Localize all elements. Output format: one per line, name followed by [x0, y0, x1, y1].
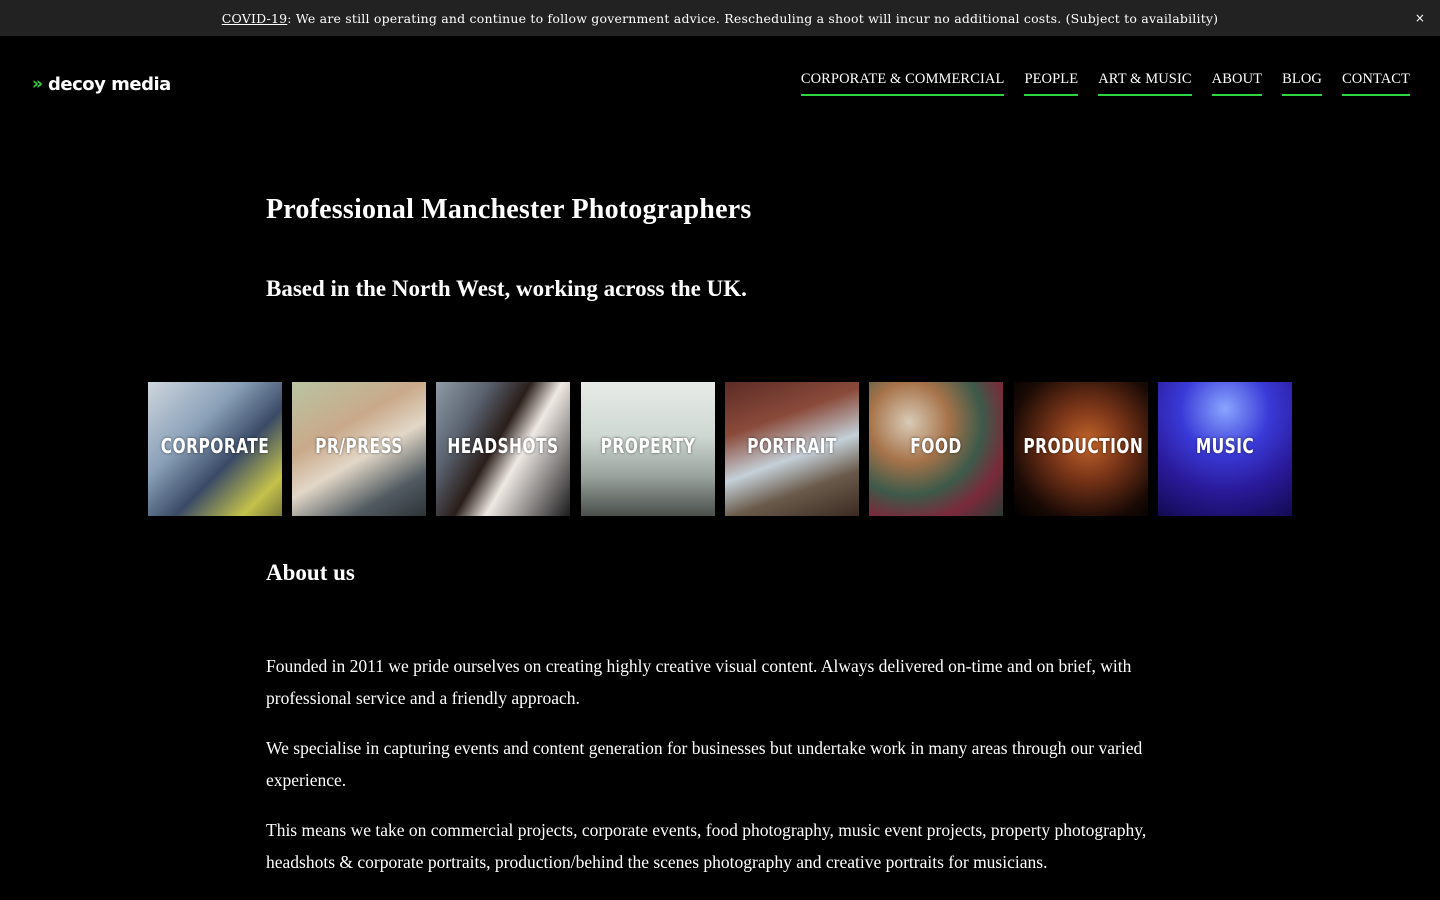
nav-about[interactable]: ABOUT: [1211, 70, 1263, 96]
close-icon[interactable]: ×: [1412, 10, 1428, 26]
nav-corporate-commercial[interactable]: CORPORATE & COMMERCIAL: [800, 70, 1005, 96]
covid-link[interactable]: COVID-19: [222, 11, 288, 26]
logo-chevron-icon: »: [32, 74, 43, 94]
tile-label: PROPERTY: [600, 434, 696, 458]
nav-art-music[interactable]: ART & MUSIC: [1098, 70, 1192, 96]
nav-contact[interactable]: CONTACT: [1341, 70, 1410, 96]
announcement-text: : We are still operating and continue to…: [287, 10, 1219, 26]
page-subtitle: Based in the North West, working across …: [266, 276, 747, 301]
nav-blog[interactable]: BLOG: [1282, 70, 1322, 96]
logo-text: decoy media: [47, 73, 171, 95]
about-paragraph: We specialise in capturing events and co…: [266, 738, 1143, 790]
main-nav: CORPORATE & COMMERCIAL PEOPLE ART & MUSI…: [800, 70, 1410, 96]
tile-music[interactable]: MUSIC: [1158, 382, 1292, 516]
about-heading: About us: [266, 560, 355, 585]
announcement-bar: COVID-19: We are still operating and con…: [0, 0, 1440, 36]
tile-label: PRODUCTION: [1023, 434, 1144, 458]
tile-headshots[interactable]: HEADSHOTS: [436, 382, 570, 516]
category-tiles: CORPORATE PR/PRESS HEADSHOTS PROPERTY PO…: [148, 382, 1292, 516]
tile-label: FOOD: [910, 434, 962, 458]
tile-label: CORPORATE: [160, 434, 270, 458]
tile-corporate[interactable]: CORPORATE: [148, 382, 282, 516]
page-title: Professional Manchester Photographers: [266, 194, 752, 225]
tile-label: MUSIC: [1195, 434, 1255, 458]
tile-label: PORTRAIT: [747, 434, 837, 458]
nav-people[interactable]: PEOPLE: [1024, 70, 1079, 96]
tile-portrait[interactable]: PORTRAIT: [725, 382, 859, 516]
announcement-text-wrap: COVID-19: We are still operating and con…: [222, 11, 1219, 26]
tile-label: PR/PRESS: [315, 434, 403, 458]
tile-production[interactable]: PRODUCTION: [1014, 382, 1148, 516]
tile-pr-press[interactable]: PR/PRESS: [292, 382, 426, 516]
tile-label: HEADSHOTS: [447, 434, 559, 458]
about-paragraph: Founded in 2011 we pride ourselves on cr…: [266, 656, 1132, 708]
site-logo[interactable]: » decoy media: [32, 72, 171, 96]
tile-property[interactable]: PROPERTY: [581, 382, 715, 516]
tile-food[interactable]: FOOD: [869, 382, 1003, 516]
about-paragraph: This means we take on commercial project…: [266, 820, 1147, 872]
